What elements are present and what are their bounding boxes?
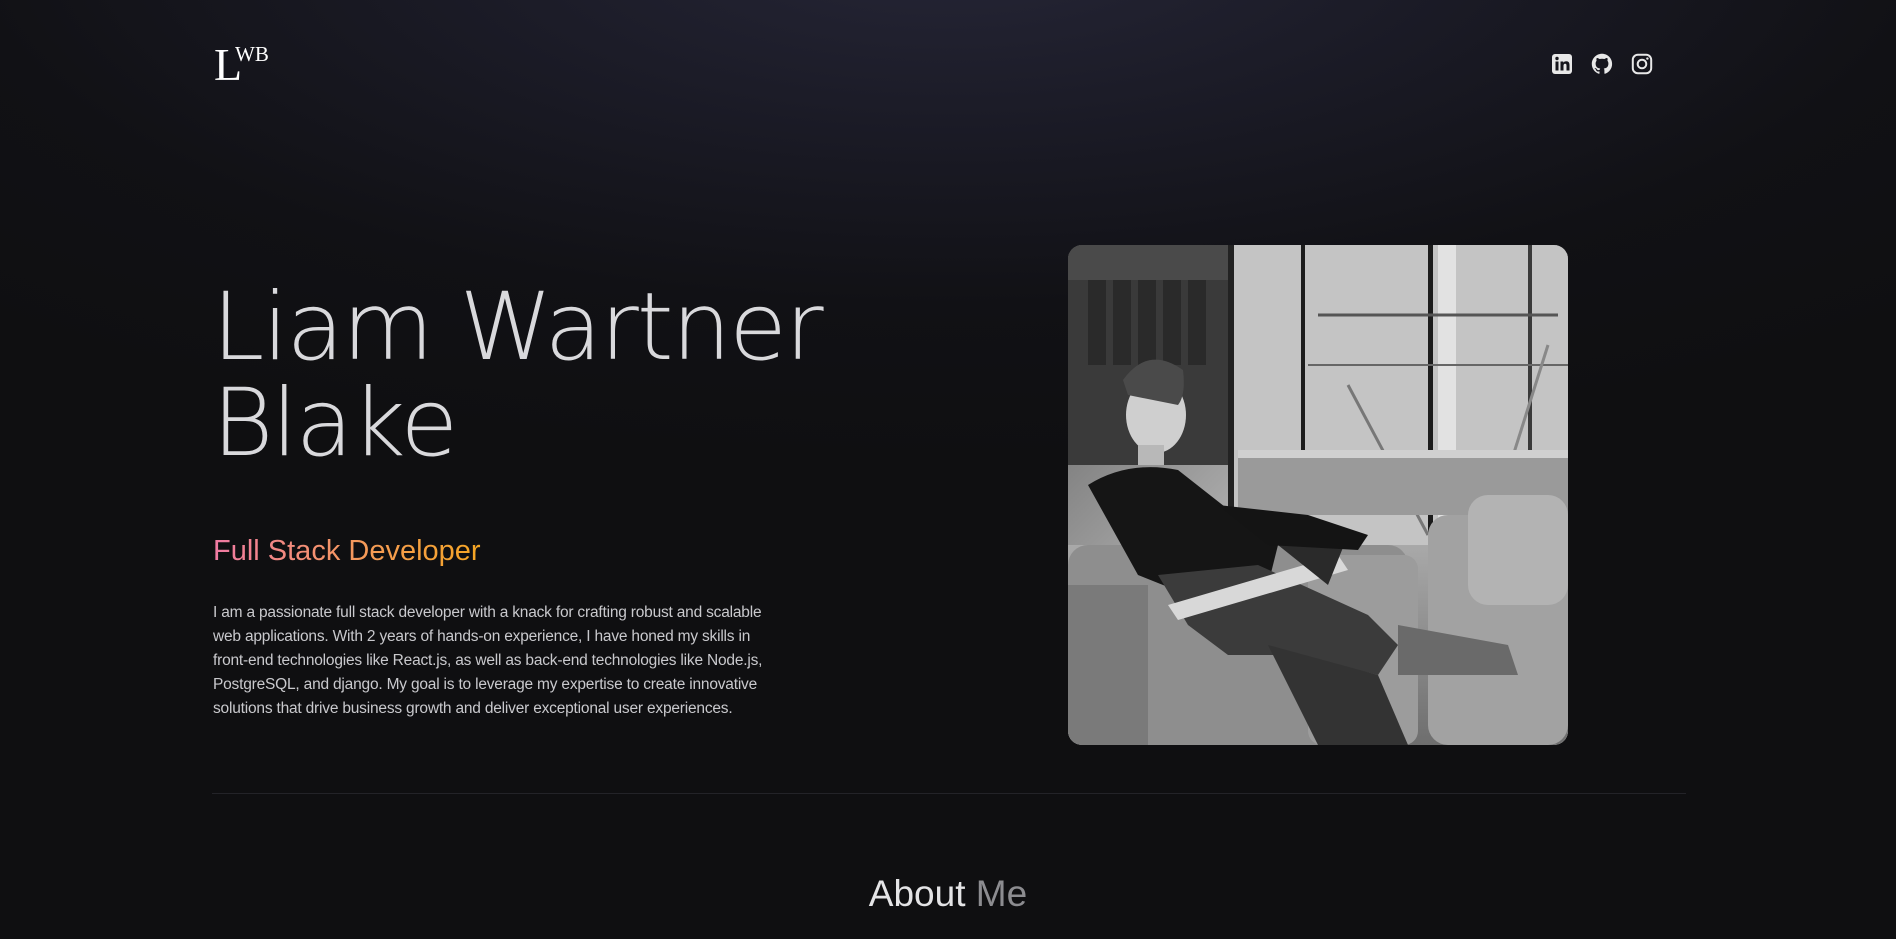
github-icon <box>1591 53 1613 74</box>
hero-name: Liam Wartner Blake <box>212 280 832 472</box>
about-heading-word2: Me <box>975 873 1028 914</box>
job-title: Full Stack Developer <box>213 532 481 570</box>
linkedin-icon <box>1552 54 1572 74</box>
instagram-icon <box>1631 53 1653 75</box>
hero-name-line1: Liam Wartner <box>212 273 824 382</box>
profile-photo-illustration <box>1068 245 1568 745</box>
bio-text: I am a passionate full stack developer w… <box>213 604 763 717</box>
about-heading-word1: About <box>868 873 966 914</box>
linkedin-link[interactable] <box>1550 52 1574 76</box>
site-logo[interactable]: L WB <box>214 42 284 90</box>
about-heading: About Me <box>0 870 1896 918</box>
hero-name-line2: Blake <box>212 369 458 478</box>
social-links <box>1550 52 1654 76</box>
instagram-link[interactable] <box>1630 52 1654 76</box>
section-divider <box>212 793 1686 794</box>
profile-photo <box>1068 245 1568 745</box>
github-link[interactable] <box>1590 52 1614 76</box>
logo-initials: WB <box>235 42 269 66</box>
